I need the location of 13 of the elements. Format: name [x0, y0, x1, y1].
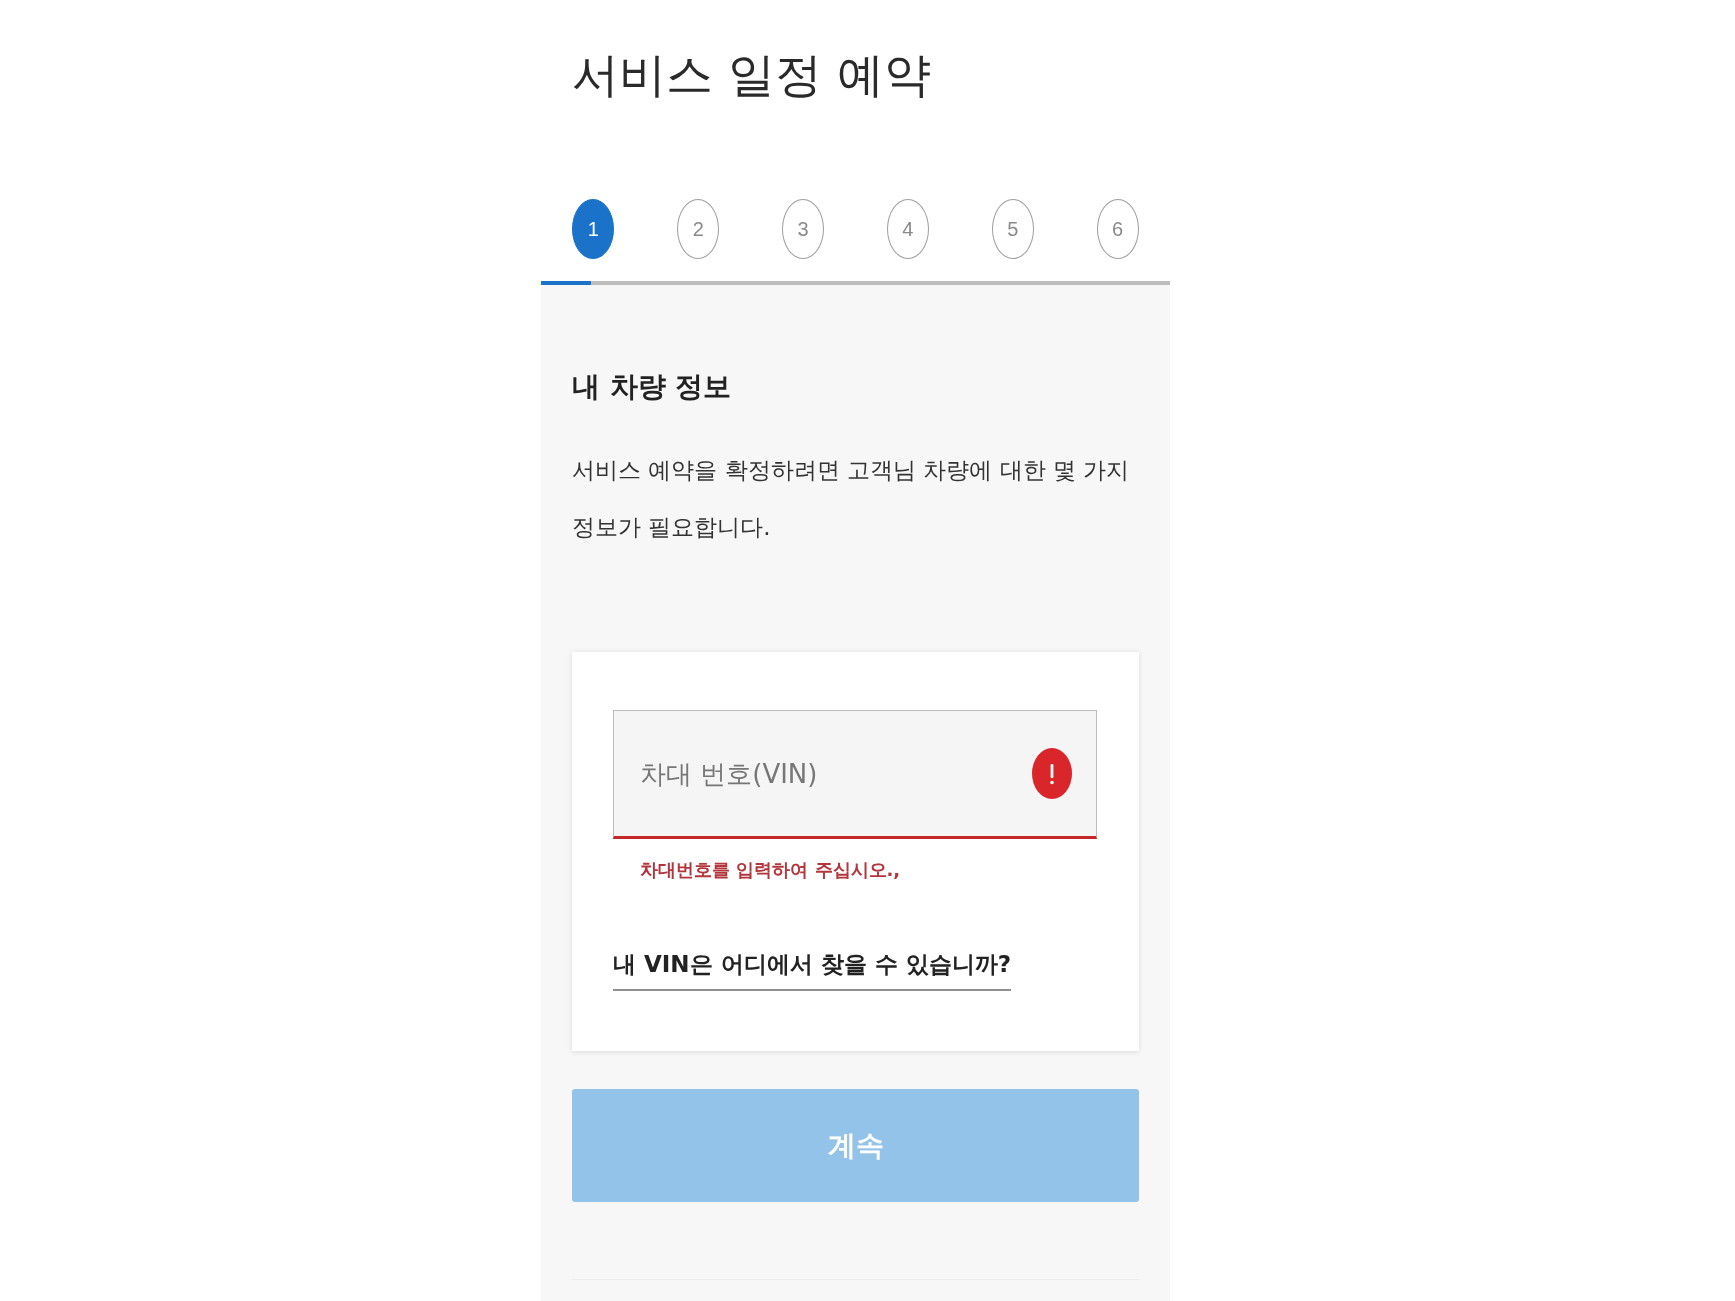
step-indicator[interactable]: 1: [572, 199, 615, 259]
error-message: 차대번호를 입력하여 주십시오.,: [639, 858, 902, 882]
page-title: 서비스 일정 예약: [572, 46, 931, 104]
section-heading: 내 차량 정보: [572, 369, 732, 405]
step-indicator[interactable]: 6: [1096, 199, 1139, 259]
exclamation-icon: [1032, 748, 1072, 799]
help-link[interactable]: 내 VIN은 어디에서 찾을 수 있습니까?: [613, 947, 1011, 991]
vin-input-field[interactable]: 차대 번호(VIN): [613, 710, 1097, 839]
step-indicator[interactable]: 3: [782, 199, 825, 259]
step-indicator[interactable]: 4: [886, 199, 929, 259]
step-indicator[interactable]: 2: [677, 199, 720, 259]
section-description: 서비스 예약을 확정하려면 고객님 차량에 대한 몇 가지 정보가 필요합니다.: [572, 456, 1131, 542]
step-indicator[interactable]: 5: [991, 199, 1034, 259]
